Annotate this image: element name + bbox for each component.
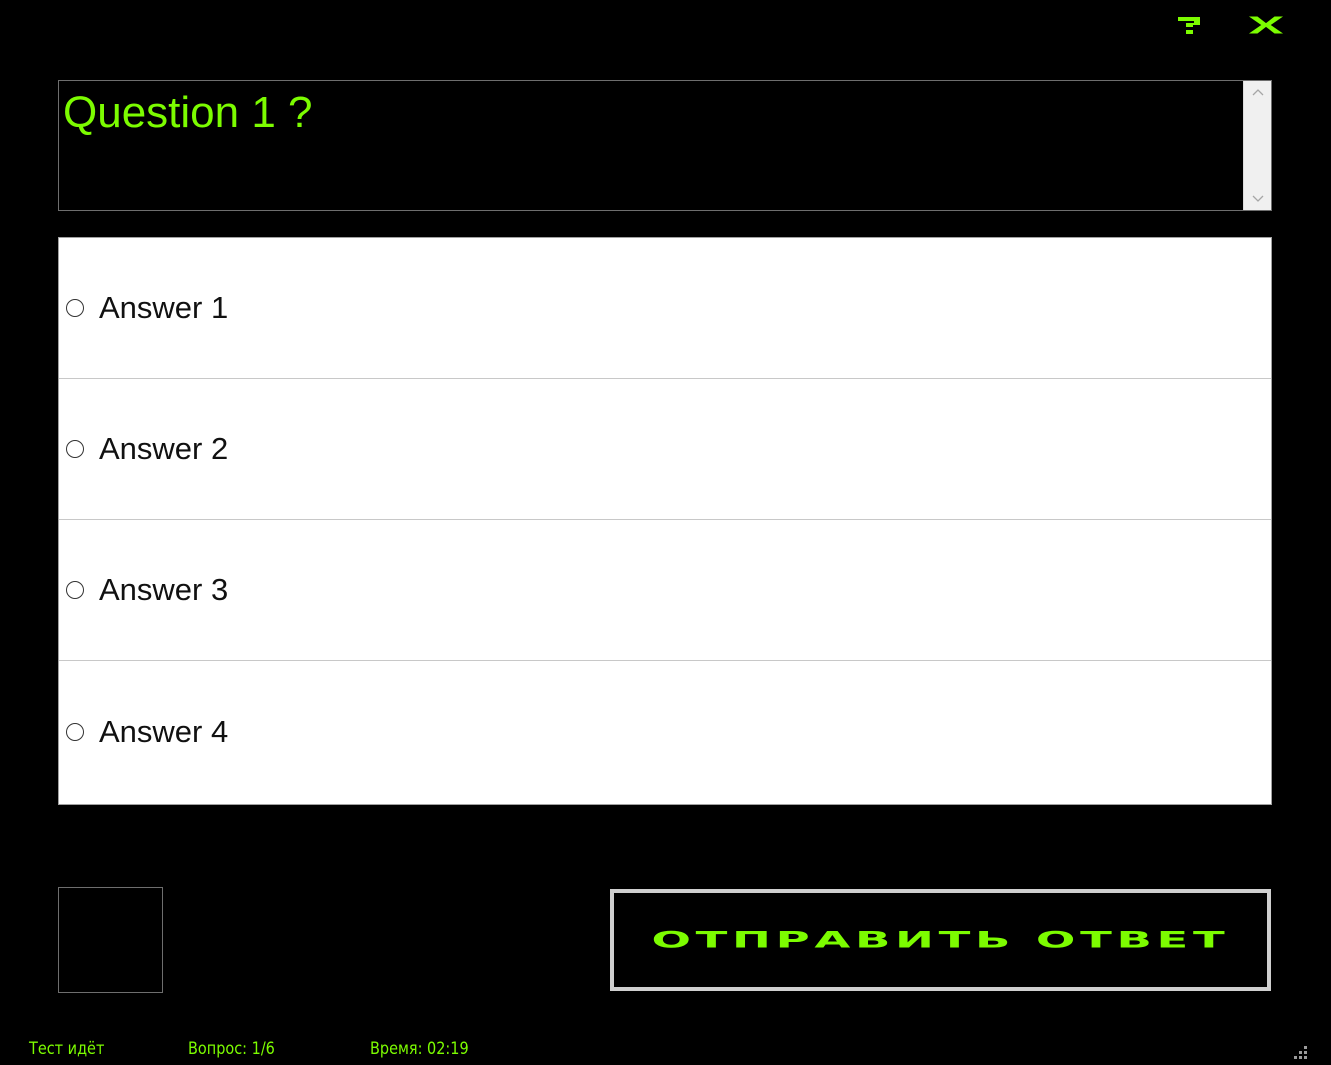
scroll-down-arrow[interactable] [1244, 188, 1271, 210]
status-question-progress: Вопрос: 1/6 [188, 1039, 275, 1059]
answers-list: Answer 1 Answer 2 Answer 3 Answer 4 [58, 237, 1272, 805]
radio-button[interactable] [66, 723, 84, 741]
answer-option-3[interactable]: Answer 3 [59, 520, 1271, 661]
answer-option-2[interactable]: Answer 2 [59, 379, 1271, 520]
answer-label: Answer 1 [99, 290, 229, 325]
answer-option-4[interactable]: Answer 4 [59, 661, 1271, 803]
radio-button[interactable] [66, 299, 84, 317]
question-textbox[interactable]: Question 1 ? [58, 80, 1272, 211]
answer-label: Answer 2 [99, 431, 229, 466]
question-text: Question 1 ? [63, 88, 313, 137]
scroll-up-arrow[interactable] [1244, 81, 1271, 103]
question-scrollbar[interactable] [1243, 81, 1271, 210]
answer-option-1[interactable]: Answer 1 [59, 238, 1271, 379]
close-x-icon [1248, 16, 1284, 34]
question-mark-icon [1178, 17, 1200, 34]
radio-button[interactable] [66, 440, 84, 458]
help-button[interactable] [1172, 8, 1208, 42]
radio-button[interactable] [66, 581, 84, 599]
answer-label: Answer 4 [99, 714, 229, 749]
answer-label: Answer 3 [99, 572, 229, 607]
submit-answer-label: ОТПРАВИТЬ ОТВЕТ [651, 926, 1230, 954]
question-image-box [58, 887, 163, 993]
chevron-up-icon [1252, 89, 1263, 96]
status-time: Время: 02:19 [370, 1039, 469, 1059]
resize-grip-icon[interactable] [1290, 1042, 1310, 1062]
chevron-down-icon [1252, 195, 1263, 202]
close-button[interactable] [1248, 8, 1284, 42]
scroll-track[interactable] [1247, 103, 1268, 188]
submit-answer-button[interactable]: ОТПРАВИТЬ ОТВЕТ [610, 889, 1271, 991]
status-test-state: Тест идёт [29, 1039, 105, 1059]
